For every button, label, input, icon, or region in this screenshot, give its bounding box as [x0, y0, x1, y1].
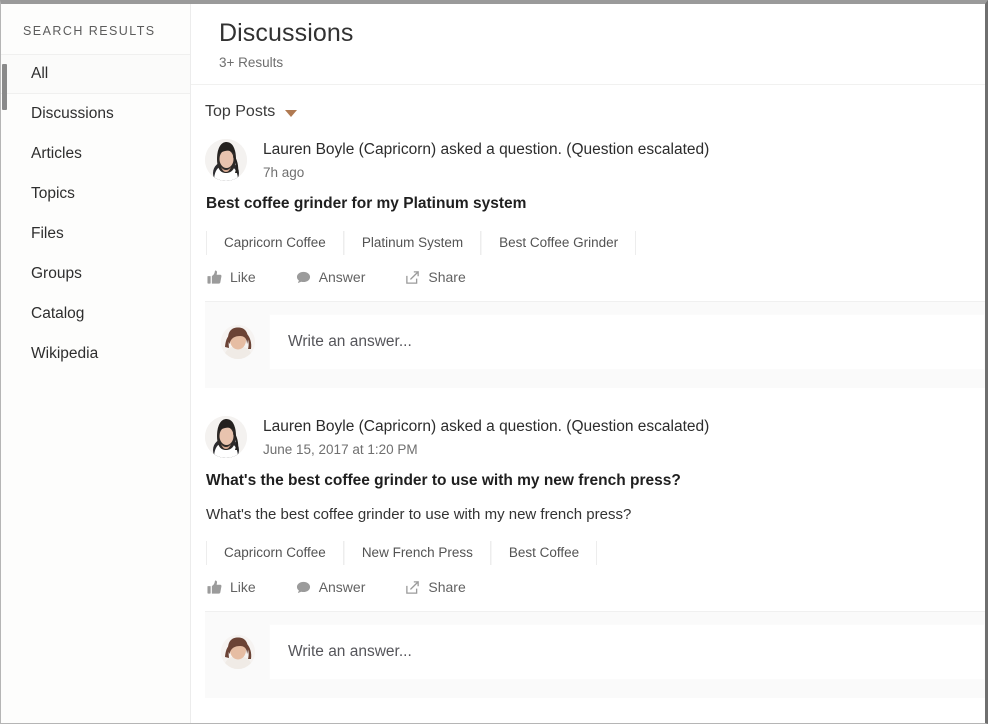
post-byline: Lauren Boyle (Capricorn) asked a questio…: [263, 418, 710, 436]
sidebar-title: SEARCH RESULTS: [23, 24, 156, 38]
chevron-down-icon[interactable]: [285, 110, 298, 118]
user-avatar: [221, 635, 255, 670]
sidebar-nav-list: All Discussions Articles Topics Files Gr…: [1, 54, 190, 374]
sidebar-item-label: Articles: [31, 145, 82, 162]
share-label: Share: [428, 579, 466, 596]
answer-label: Answer: [318, 579, 366, 596]
thumbs-up-icon: [207, 270, 222, 285]
page-root: SEARCH RESULTS All Discussions Articles …: [1, 4, 985, 723]
avatar: [205, 416, 247, 459]
answer-placeholder: Write an answer...: [288, 333, 412, 351]
sidebar-item-articles[interactable]: Articles: [1, 134, 190, 174]
post-tag[interactable]: New French Press: [343, 541, 491, 566]
post-byline: Lauren Boyle (Capricorn) asked a questio…: [263, 141, 710, 159]
post-meta: Lauren Boyle (Capricorn) asked a questio…: [263, 139, 709, 180]
post-tag[interactable]: Capricorn Coffee: [206, 541, 344, 566]
post-title[interactable]: Best coffee grinder for my Platinum syst…: [206, 195, 985, 213]
post-meta: Lauren Boyle (Capricorn) asked a questio…: [263, 416, 709, 457]
share-button[interactable]: Share: [405, 579, 466, 596]
sidebar-item-label: Groups: [31, 265, 82, 282]
answer-input[interactable]: Write an answer...: [269, 314, 985, 371]
sidebar-item-all[interactable]: All: [1, 54, 190, 94]
post-timestamp: 7h ago: [263, 165, 305, 181]
sidebar-item-catalog[interactable]: Catalog: [1, 294, 190, 334]
post-tag[interactable]: Best Coffee Grinder: [481, 231, 637, 256]
app-window: SEARCH RESULTS All Discussions Articles …: [0, 0, 988, 724]
sidebar-item-groups[interactable]: Groups: [1, 254, 190, 294]
page-scrollbar-thumb[interactable]: [2, 64, 7, 110]
sidebar-item-files[interactable]: Files: [1, 214, 190, 254]
avatar: [205, 139, 247, 182]
share-button[interactable]: Share: [405, 269, 466, 286]
post-header: Lauren Boyle (Capricorn) asked a questio…: [205, 133, 985, 182]
answer-input[interactable]: Write an answer...: [269, 624, 985, 681]
sort-bar[interactable]: Top Posts: [191, 85, 985, 134]
like-label: Like: [230, 579, 256, 596]
user-avatar: [221, 325, 255, 360]
post-title[interactable]: What's the best coffee grinder to use wi…: [206, 472, 985, 490]
post-header: Lauren Boyle (Capricorn) asked a questio…: [205, 410, 985, 459]
sidebar-item-label: Files: [31, 225, 64, 242]
results-count: 3+ Results: [219, 55, 284, 71]
post-body: What's the best coffee grinder to use wi…: [206, 506, 632, 524]
sidebar-item-label: Discussions: [31, 105, 114, 122]
tag-row: Capricorn Coffee New French Press Best C…: [206, 541, 985, 566]
discussions-content: Discussions 3+ Results Top Posts Lauren …: [191, 4, 985, 723]
post-timestamp: June 15, 2017 at 1:20 PM: [263, 442, 418, 458]
sort-label: Top Posts: [205, 103, 276, 121]
comment-bubble-icon: [296, 270, 311, 285]
answer-button[interactable]: Answer: [296, 269, 366, 286]
answer-composer: Write an answer...: [205, 301, 985, 389]
post-tag[interactable]: Platinum System: [343, 231, 482, 256]
like-button[interactable]: Like: [207, 269, 256, 285]
post-card: Lauren Boyle (Capricorn) asked a questio…: [191, 410, 985, 699]
sidebar-item-topics[interactable]: Topics: [1, 174, 190, 214]
answer-placeholder: Write an answer...: [288, 643, 412, 661]
sidebar-item-label: All: [31, 65, 49, 82]
action-row: Like Answer Share: [207, 579, 985, 611]
page-scrollbar[interactable]: [1, 4, 8, 723]
share-label: Share: [428, 269, 466, 286]
thumbs-up-icon: [207, 580, 222, 595]
share-arrow-icon: [405, 580, 420, 595]
like-button[interactable]: Like: [207, 579, 256, 595]
answer-label: Answer: [318, 269, 366, 286]
sidebar-item-label: Topics: [31, 185, 75, 202]
comment-bubble-icon: [296, 580, 311, 595]
post-tag[interactable]: Capricorn Coffee: [206, 231, 344, 256]
content-header: Discussions 3+ Results: [191, 4, 985, 86]
sidebar-item-label: Catalog: [31, 305, 85, 322]
answer-button[interactable]: Answer: [296, 579, 366, 596]
post-card: Lauren Boyle (Capricorn) asked a questio…: [191, 133, 985, 389]
search-results-sidebar: SEARCH RESULTS All Discussions Articles …: [1, 4, 191, 723]
post-tag[interactable]: Best Coffee: [490, 541, 598, 566]
post-divider: [191, 388, 985, 411]
answer-composer: Write an answer...: [205, 611, 985, 699]
sidebar-item-discussions[interactable]: Discussions: [1, 94, 190, 134]
action-row: Like Answer Share: [207, 269, 985, 301]
page-title: Discussions: [219, 19, 354, 47]
tag-row: Capricorn Coffee Platinum System Best Co…: [206, 231, 985, 256]
share-arrow-icon: [405, 270, 420, 285]
like-label: Like: [230, 269, 256, 286]
sidebar-item-wikipedia[interactable]: Wikipedia: [1, 334, 190, 374]
sidebar-item-label: Wikipedia: [31, 345, 99, 362]
